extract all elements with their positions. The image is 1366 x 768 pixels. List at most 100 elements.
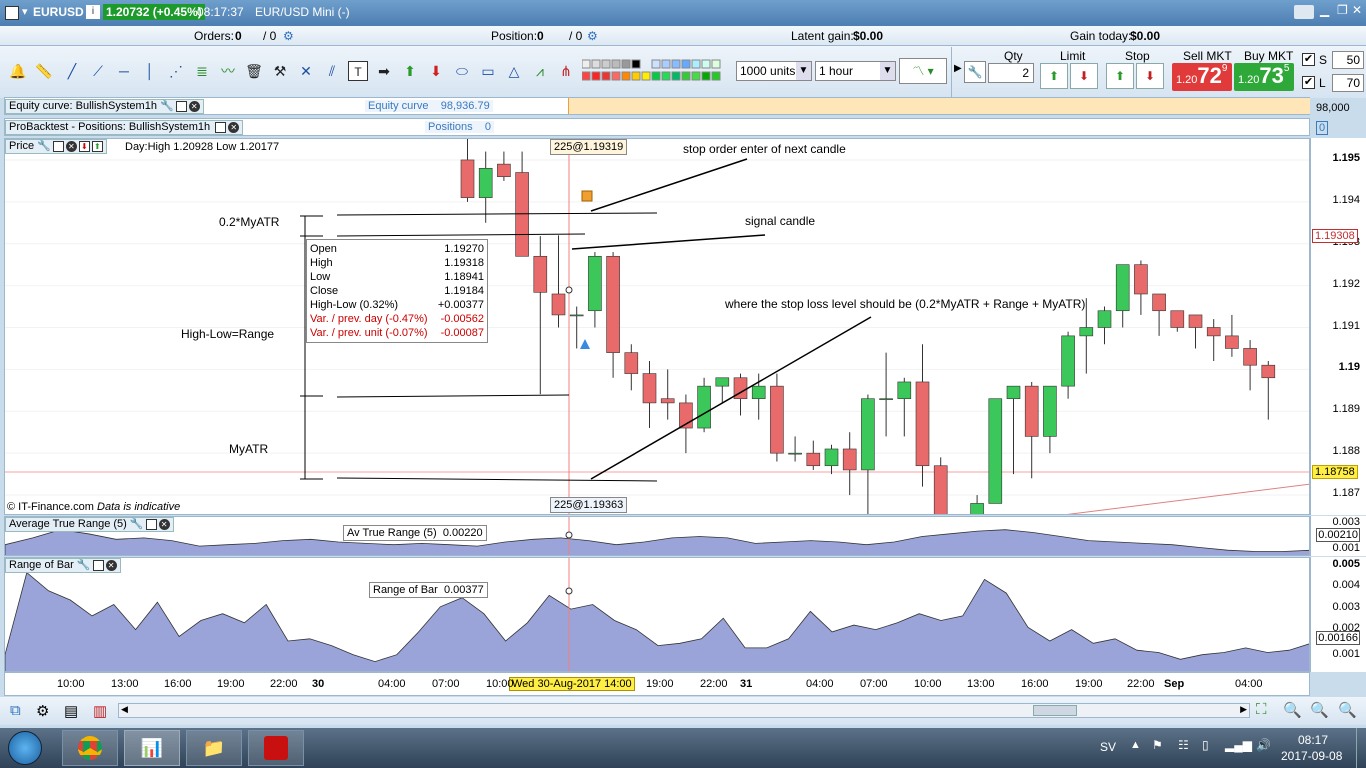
chrome-taskbar-button[interactable]: [62, 730, 118, 766]
maximize-icon[interactable]: ❐: [1337, 3, 1348, 17]
zoom-in-icon[interactable]: 🔍: [1338, 701, 1357, 719]
volume-icon[interactable]: 🔊: [1256, 738, 1271, 752]
stop-buy-button[interactable]: ⬆: [1106, 63, 1134, 89]
instrument-name[interactable]: EURUSD: [33, 5, 84, 19]
vertical-line-icon[interactable]: │: [140, 61, 160, 81]
wave-icon[interactable]: 〰: [218, 61, 238, 81]
arrow-down-icon[interactable]: ⬇: [426, 61, 446, 81]
range-of-bar-chart[interactable]: [5, 558, 1310, 672]
arrow-right-icon[interactable]: ➡: [374, 61, 394, 81]
battery-icon[interactable]: ▯: [1202, 738, 1209, 752]
fibonacci-icon[interactable]: ≣: [192, 61, 212, 81]
language-indicator[interactable]: SV: [1100, 740, 1116, 754]
show-desktop-button[interactable]: [1356, 728, 1366, 768]
l-input[interactable]: [1332, 74, 1364, 92]
atr-pane[interactable]: Average True Range (5) 🔧 ✕ Av True Range …: [4, 516, 1310, 556]
wrench-icon[interactable]: 🔧: [77, 559, 91, 571]
ray-icon[interactable]: ⟋: [88, 61, 108, 81]
tray-arrow-icon[interactable]: ▲: [1130, 739, 1141, 751]
buy-marker-icon[interactable]: ⬆: [91, 140, 103, 152]
keyboard-icon[interactable]: [1294, 5, 1314, 19]
arrow-up-icon[interactable]: ⬆: [400, 61, 420, 81]
window-icon[interactable]: [145, 518, 157, 530]
close-icon[interactable]: ✕: [228, 121, 240, 133]
buy-market-button[interactable]: 1.20735: [1234, 63, 1294, 91]
signal-icon[interactable]: ▂▄▆: [1225, 738, 1252, 752]
s-input[interactable]: [1332, 51, 1364, 69]
tools-icon[interactable]: ⚒: [270, 61, 290, 81]
pattern-icon[interactable]: ⩘: [530, 61, 550, 81]
color-palette[interactable]: [581, 58, 732, 84]
list-icon[interactable]: ▤: [64, 702, 78, 720]
wrench-icon[interactable]: 🔧: [37, 140, 51, 152]
trendline-icon[interactable]: ╱: [62, 61, 82, 81]
s-checkbox[interactable]: ✔: [1302, 53, 1315, 66]
scroll-thumb[interactable]: [1033, 705, 1077, 716]
pdf-taskbar-button[interactable]: [248, 730, 304, 766]
rob-axis[interactable]: 0.005 0.004 0.003 0.002 0.00166 0.001: [1310, 557, 1366, 672]
ruler-icon[interactable]: 📏: [34, 61, 54, 81]
triangle-icon[interactable]: △: [504, 61, 524, 81]
price-axis[interactable]: 1.1951.1941.1931.1921.1911.191.1891.1881…: [1310, 138, 1366, 515]
units-select[interactable]: 1000 units ▼: [736, 61, 812, 81]
horizontal-line-icon[interactable]: ─: [114, 61, 134, 81]
close-icon[interactable]: ✕: [105, 559, 117, 571]
atr-chart[interactable]: [5, 517, 1310, 556]
cross-icon[interactable]: ✕: [296, 61, 316, 81]
clock-time[interactable]: 08:17: [1298, 733, 1328, 747]
zoom-area-icon[interactable]: 🔍: [1283, 701, 1302, 719]
position-settings-icon[interactable]: ⚙: [587, 29, 598, 43]
network-icon[interactable]: ☷: [1178, 738, 1189, 752]
rectangle-icon[interactable]: ▭: [478, 61, 498, 81]
trading-app-taskbar-button[interactable]: 📊: [124, 730, 180, 766]
horizontal-scrollbar[interactable]: ◀ ▶: [118, 703, 1250, 718]
collapse-arrow-icon[interactable]: ▶: [954, 63, 962, 74]
window-icon[interactable]: [92, 559, 104, 571]
layout-icon[interactable]: ▥: [93, 702, 107, 720]
wrench-icon[interactable]: 🔧: [160, 100, 174, 112]
dropdown-arrow-icon[interactable]: ▾: [22, 5, 28, 18]
indicator-button[interactable]: 〽 ▾: [899, 58, 947, 84]
trash-icon[interactable]: 🗑: [244, 61, 264, 81]
explorer-taskbar-button[interactable]: 📁: [186, 730, 242, 766]
timeframe-select[interactable]: 1 hour ▼: [815, 61, 896, 81]
qty-input[interactable]: [988, 63, 1034, 83]
alert-bell-icon[interactable]: 🔔: [8, 61, 28, 81]
start-button[interactable]: [8, 731, 42, 765]
window-icon[interactable]: [175, 100, 187, 112]
parallel-icon[interactable]: ⫽: [322, 61, 342, 81]
zoom-out-icon[interactable]: 🔍: [1310, 701, 1329, 719]
scroll-right-icon[interactable]: ▶: [1240, 704, 1247, 715]
window-icon[interactable]: [215, 121, 227, 133]
stop-sell-button[interactable]: ⬇: [1136, 63, 1164, 89]
close-icon[interactable]: ✕: [1352, 3, 1362, 17]
sell-marker-icon[interactable]: ⬇: [78, 140, 90, 152]
settings-icon[interactable]: ⚙: [283, 29, 294, 43]
limit-sell-button[interactable]: ⬇: [1070, 63, 1098, 89]
objects-icon[interactable]: ⚙: [36, 702, 49, 720]
atr-axis[interactable]: 0.003 0.00210 0.001: [1310, 516, 1366, 556]
window-icon[interactable]: [52, 140, 64, 152]
wrench-icon[interactable]: 🔧: [130, 518, 144, 530]
close-icon[interactable]: ✕: [158, 518, 170, 530]
time-axis[interactable]: Wed 30-Aug-2017 14:00 10:00 13:00 16:00 19:…: [4, 672, 1310, 696]
close-icon[interactable]: ✕: [65, 140, 77, 152]
close-icon[interactable]: ✕: [188, 100, 200, 112]
price-chart-pane[interactable]: Price 🔧 ✕ ⬇ ⬆ Day:High 1.20928 Low 1.20177 …: [4, 138, 1310, 515]
pitchfork-icon[interactable]: ⋔: [556, 61, 576, 81]
ellipse-icon[interactable]: ⬭: [452, 61, 472, 81]
scroll-left-icon[interactable]: ◀: [121, 704, 128, 715]
flag-icon[interactable]: ⚑: [1152, 738, 1163, 752]
wrench-icon[interactable]: 🔧: [964, 61, 986, 83]
l-checkbox[interactable]: ✔: [1302, 76, 1315, 89]
info-icon[interactable]: i: [86, 5, 100, 19]
screenshot-icon[interactable]: ⧉: [10, 702, 21, 719]
text-tool-icon[interactable]: T: [348, 61, 368, 81]
range-of-bar-pane[interactable]: Range of Bar 🔧 ✕ Range of Bar 0.00377: [4, 557, 1310, 672]
clock-date[interactable]: 2017-09-08: [1281, 749, 1342, 763]
sell-market-button[interactable]: 1.20729: [1172, 63, 1232, 91]
minimize-icon[interactable]: ▁: [1320, 3, 1329, 17]
limit-buy-button[interactable]: ⬆: [1040, 63, 1068, 89]
fan-icon[interactable]: ⋰: [166, 61, 186, 81]
cursor-tool-icon[interactable]: ⛶: [1256, 701, 1267, 718]
